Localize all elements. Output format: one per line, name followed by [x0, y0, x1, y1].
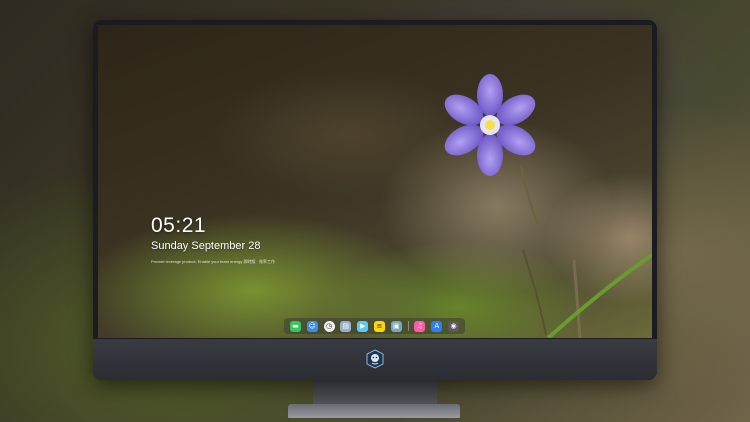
app-store-icon[interactable]: A: [431, 320, 443, 332]
lockscreen-clock: 05:21: [151, 214, 207, 237]
monitor-stand-neck: [313, 380, 437, 406]
finder-icon[interactable]: ☺: [306, 320, 318, 332]
dock: ▬ ☺ ◷ ▤ ▶ ≡ ▣ ♫ A ◉: [284, 318, 465, 334]
lockscreen-tagline: Provide leverage product; Enable your te…: [151, 259, 276, 264]
notes-folder-icon[interactable]: ▤: [340, 320, 352, 332]
notes-icon[interactable]: ≡: [373, 320, 385, 332]
camera-icon[interactable]: ◉: [448, 320, 460, 332]
lockscreen-date: Sunday September 28: [151, 240, 261, 252]
monitor-chin: [93, 339, 657, 380]
dock-separator: [407, 321, 409, 331]
imac-monitor: 05:21 Sunday September 28 Provide levera…: [93, 20, 657, 380]
desktop-screen: 05:21 Sunday September 28 Provide levera…: [98, 25, 652, 338]
preview-icon[interactable]: ▣: [390, 320, 402, 332]
monitor-stand-base: [288, 404, 460, 418]
brand-logo-icon: [366, 349, 384, 369]
music-icon[interactable]: ♫: [414, 320, 426, 332]
clock-icon[interactable]: ◷: [323, 320, 335, 332]
flower-wallpaper: [444, 74, 652, 338]
video-icon[interactable]: ▶: [357, 320, 369, 332]
messages-icon[interactable]: ▬: [289, 320, 301, 332]
